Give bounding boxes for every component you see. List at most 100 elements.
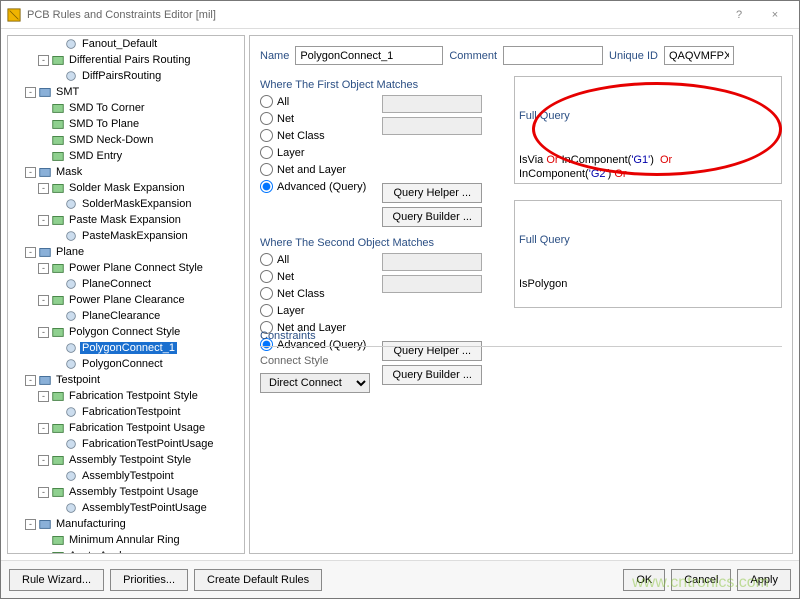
tree-item[interactable]: AssemblyTestPointUsage [12, 500, 244, 516]
tree-item[interactable]: -Differential Pairs Routing [12, 52, 244, 68]
tree-item-label: Assembly Testpoint Usage [67, 486, 200, 498]
tree-item-label: SMT [54, 86, 81, 98]
tree-item[interactable]: -Power Plane Connect Style [12, 260, 244, 276]
tree-toggle-icon[interactable]: - [38, 327, 49, 338]
tree-item-label: Plane [54, 246, 86, 258]
tree-item[interactable]: SMD Neck-Down [12, 132, 244, 148]
tree-item-label: Mask [54, 166, 84, 178]
tree-item[interactable]: - Assembly Testpoint Usage [12, 484, 244, 500]
rule-wizard-button[interactable]: Rule Wizard... [9, 569, 104, 591]
tree-toggle-icon[interactable]: - [38, 295, 49, 306]
tree-item[interactable]: -Paste Mask Expansion [12, 212, 244, 228]
tree-item[interactable]: SMD To Plane [12, 116, 244, 132]
tree-item[interactable]: - Mask [12, 164, 244, 180]
tree-toggle-icon[interactable]: - [38, 391, 49, 402]
apply-button[interactable]: Apply [737, 569, 791, 591]
tree-item-label: Fabrication Testpoint Style [67, 390, 200, 402]
tree-item-label: Power Plane Clearance [67, 294, 187, 306]
name-input[interactable] [295, 46, 443, 65]
tree-item[interactable]: Fanout_Default [12, 36, 244, 52]
connect-style-select[interactable]: Direct Connect [260, 373, 370, 393]
match-option[interactable]: All [260, 253, 366, 266]
create-default-rules-button[interactable]: Create Default Rules [194, 569, 322, 591]
uniqueid-input[interactable] [664, 46, 734, 65]
tree-item-label: AssemblyTestPointUsage [80, 502, 209, 514]
full-query-2-box[interactable]: Full Query IsPolygon [514, 200, 782, 308]
tree-item[interactable]: DiffPairsRouting [12, 68, 244, 84]
comment-input[interactable] [503, 46, 603, 65]
tree-item-label: Acute Angle [67, 550, 130, 554]
match-option[interactable]: Net Class [260, 129, 366, 142]
priorities-button[interactable]: Priorities... [110, 569, 188, 591]
tree-item-label: SolderMaskExpansion [80, 198, 193, 210]
tree-item[interactable]: - Power Plane Clearance [12, 292, 244, 308]
tree-item-label: SMD To Corner [67, 102, 147, 114]
tree-item[interactable]: - Fabrication Testpoint Style [12, 388, 244, 404]
tree-item[interactable]: SolderMaskExpansion [12, 196, 244, 212]
tree-item[interactable]: -Solder Mask Expansion [12, 180, 244, 196]
query-builder-button-1[interactable]: Query Builder ... [382, 207, 482, 227]
scope-combo-1[interactable] [382, 95, 482, 113]
tree-toggle-icon[interactable]: - [38, 215, 49, 226]
match-option[interactable]: Advanced (Query) [260, 180, 366, 193]
tree-item[interactable]: Minimum Annular Ring [12, 532, 244, 548]
full-query-2-label: Full Query [519, 233, 777, 247]
tree-item-label: SMD Neck-Down [67, 134, 155, 146]
tree-toggle-icon[interactable]: - [38, 183, 49, 194]
tree-toggle-icon[interactable]: - [38, 487, 49, 498]
match-option[interactable]: Net and Layer [260, 163, 366, 176]
tree-item[interactable]: - SMT [12, 84, 244, 100]
tree-item-label: PlaneConnect [80, 278, 153, 290]
tree-item-label: SMD To Plane [67, 118, 141, 130]
scope-combo-3[interactable] [382, 253, 482, 271]
tree-item[interactable]: -Fabrication Testpoint Usage [12, 420, 244, 436]
ok-button[interactable]: OK [623, 569, 665, 591]
tree-item[interactable]: SMD To Corner [12, 100, 244, 116]
match-option[interactable]: All [260, 95, 366, 108]
close-button[interactable]: × [757, 3, 793, 27]
tree-item-label: AssemblyTestpoint [80, 470, 176, 482]
cancel-button[interactable]: Cancel [671, 569, 731, 591]
tree-item[interactable]: - Plane [12, 244, 244, 260]
tree-item[interactable]: FabricationTestPointUsage [12, 436, 244, 452]
comment-label: Comment [449, 50, 497, 62]
tree-item[interactable]: AssemblyTestpoint [12, 468, 244, 484]
match-option[interactable]: Layer [260, 146, 366, 159]
tree-item[interactable]: PasteMaskExpansion [12, 228, 244, 244]
tree-item[interactable]: -Manufacturing [12, 516, 244, 532]
tree-item[interactable]: SMD Entry [12, 148, 244, 164]
tree-toggle-icon[interactable]: - [38, 263, 49, 274]
tree-item[interactable]: PlaneConnect [12, 276, 244, 292]
scope-combo-4[interactable] [382, 275, 482, 293]
tree-item[interactable]: Acute Angle [12, 548, 244, 554]
tree-toggle-icon[interactable]: - [25, 167, 36, 178]
tree-toggle-icon[interactable]: - [38, 455, 49, 466]
rules-tree[interactable]: Fanout_Default-Differential Pairs Routin… [7, 35, 245, 554]
tree-item[interactable]: -Assembly Testpoint Style [12, 452, 244, 468]
scope-combo-2[interactable] [382, 117, 482, 135]
match-option[interactable]: Net Class [260, 287, 366, 300]
tree-toggle-icon[interactable]: - [38, 423, 49, 434]
tree-item[interactable]: FabricationTestpoint [12, 404, 244, 420]
tree-toggle-icon[interactable]: - [25, 87, 36, 98]
tree-toggle-icon[interactable]: - [25, 375, 36, 386]
first-match-options[interactable]: All Net Net Class Layer Net and Layer Advance… [260, 95, 366, 227]
tree-item-label: SMD Entry [67, 150, 124, 162]
tree-item[interactable]: PolygonConnect [12, 356, 244, 372]
tree-item-label: PasteMaskExpansion [80, 230, 190, 242]
match-option[interactable]: Net [260, 270, 366, 283]
match-option[interactable]: Layer [260, 304, 366, 317]
tree-item[interactable]: PlaneClearance [12, 308, 244, 324]
dialog-footer: Rule Wizard... Priorities... Create Defa… [1, 560, 799, 598]
match-option[interactable]: Net [260, 112, 366, 125]
tree-toggle-icon[interactable]: - [25, 519, 36, 530]
query-helper-button-1[interactable]: Query Helper ... [382, 183, 482, 203]
full-query-1-box[interactable]: Full Query IsVia Or InComponent('G1') Or… [514, 76, 782, 184]
tree-toggle-icon[interactable]: - [25, 247, 36, 258]
tree-item[interactable]: -Polygon Connect Style [12, 324, 244, 340]
tree-toggle-icon[interactable]: - [38, 55, 49, 66]
tree-item[interactable]: -Testpoint [12, 372, 244, 388]
tree-item-label: PolygonConnect [80, 358, 165, 370]
tree-item[interactable]: PolygonConnect_1 [12, 340, 244, 356]
help-button[interactable]: ? [721, 3, 757, 27]
